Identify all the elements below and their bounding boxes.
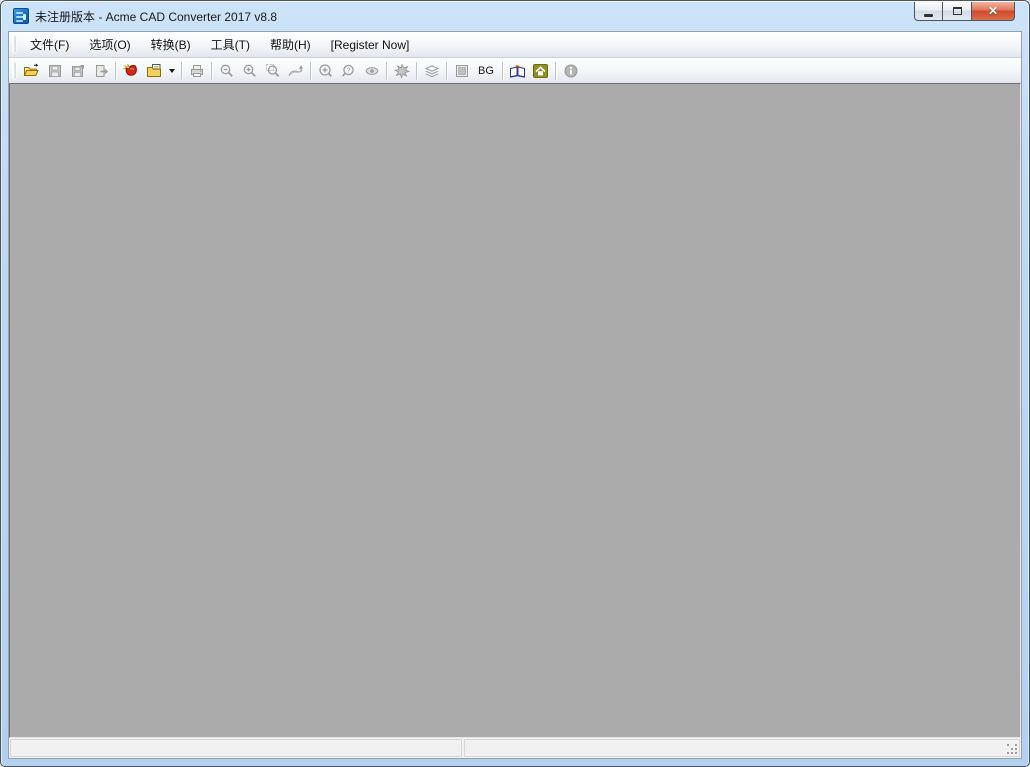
app-window: 未注册版本 - Acme CAD Converter 2017 v8.8 ✕ 文… (0, 0, 1030, 767)
resize-grip[interactable] (1006, 743, 1018, 755)
help-book-icon: ? (509, 63, 526, 79)
maximize-button[interactable] (943, 2, 972, 21)
layers-icon (424, 63, 440, 79)
zoom-extents-button (315, 60, 336, 81)
open-button[interactable] (21, 60, 42, 81)
menu-register-now[interactable]: [Register Now] (321, 33, 420, 57)
titlebar[interactable]: 未注册版本 - Acme CAD Converter 2017 v8.8 ✕ (8, 1, 1022, 31)
zoom-window-button (262, 60, 283, 81)
svg-text:?: ? (515, 63, 519, 73)
print-button (186, 60, 207, 81)
menubar-gripper[interactable] (13, 36, 16, 53)
toolbar-separator (386, 62, 387, 80)
bg-text: BG (478, 65, 494, 77)
save-as-button (67, 60, 88, 81)
menu-convert[interactable]: 转换(B) (141, 33, 201, 57)
minimize-button[interactable] (914, 2, 943, 21)
brush-icon (394, 63, 410, 79)
convert-icon (122, 63, 139, 79)
about-button[interactable] (560, 60, 581, 81)
menu-help[interactable]: 帮助(H) (260, 33, 321, 57)
zoom-extents-icon (318, 63, 334, 79)
toolbar-separator (555, 62, 556, 80)
save-as-icon (70, 63, 86, 79)
status-pane-right (464, 739, 1020, 757)
app-icon[interactable] (13, 8, 29, 24)
zoom-select-icon: ? (341, 63, 357, 79)
layers-button (421, 60, 442, 81)
toolbar-gripper[interactable] (13, 62, 16, 79)
zoom-out-button (216, 60, 237, 81)
grid-icon (454, 63, 470, 79)
home-button[interactable] (530, 60, 551, 81)
convert-button[interactable] (120, 60, 141, 81)
toolbar-separator (310, 62, 311, 80)
maximize-icon (953, 7, 962, 15)
toolbar-separator (416, 62, 417, 80)
save-button (44, 60, 65, 81)
menu-bar: 文件(F) 选项(O) 转换(B) 工具(T) 帮助(H) [Register … (9, 32, 1021, 58)
menu-file[interactable]: 文件(F) (20, 33, 79, 57)
close-icon: ✕ (988, 5, 998, 17)
export-button (90, 60, 111, 81)
status-bar (9, 738, 1021, 758)
window-title: 未注册版本 - Acme CAD Converter 2017 v8.8 (35, 8, 277, 25)
status-pane-left (10, 739, 462, 757)
zoom-in-button (239, 60, 260, 81)
pan-button (285, 60, 306, 81)
help-button[interactable]: ? (507, 60, 528, 81)
zoom-window-icon (265, 63, 281, 79)
client-area: 文件(F) 选项(O) 转换(B) 工具(T) 帮助(H) [Register … (8, 31, 1022, 759)
background-image-button (451, 60, 472, 81)
zoom-select-button: ? (338, 60, 359, 81)
svg-text:?: ? (346, 67, 350, 74)
minimize-icon (924, 14, 933, 17)
pan-icon (287, 63, 304, 79)
batch-folder-icon (146, 63, 162, 79)
batch-convert-button[interactable] (143, 60, 164, 81)
info-icon (563, 63, 579, 79)
toolbar-separator (211, 62, 212, 80)
toolbar-separator (115, 62, 116, 80)
batch-convert-dropdown[interactable] (165, 60, 178, 81)
zoom-in-icon (242, 63, 258, 79)
toolbar-separator (446, 62, 447, 80)
menu-tools[interactable]: 工具(T) (201, 33, 260, 57)
tool-bar: ? (9, 58, 1021, 83)
eye-icon (364, 63, 380, 79)
zoom-out-icon (219, 63, 235, 79)
toolbar-separator (502, 62, 503, 80)
save-icon (47, 63, 63, 79)
background-color-button[interactable]: BG (474, 60, 498, 81)
window-controls: ✕ (914, 2, 1015, 21)
toolbar-separator (181, 62, 182, 80)
chevron-down-icon (169, 69, 175, 73)
open-folder-icon (23, 63, 40, 79)
draw-brush-button (391, 60, 412, 81)
export-icon (93, 63, 109, 79)
printer-icon (189, 63, 205, 79)
close-button[interactable]: ✕ (972, 2, 1015, 21)
view-eye-button (361, 60, 382, 81)
home-icon (532, 63, 549, 79)
menu-options[interactable]: 选项(O) (79, 33, 140, 57)
drawing-canvas (9, 83, 1021, 738)
